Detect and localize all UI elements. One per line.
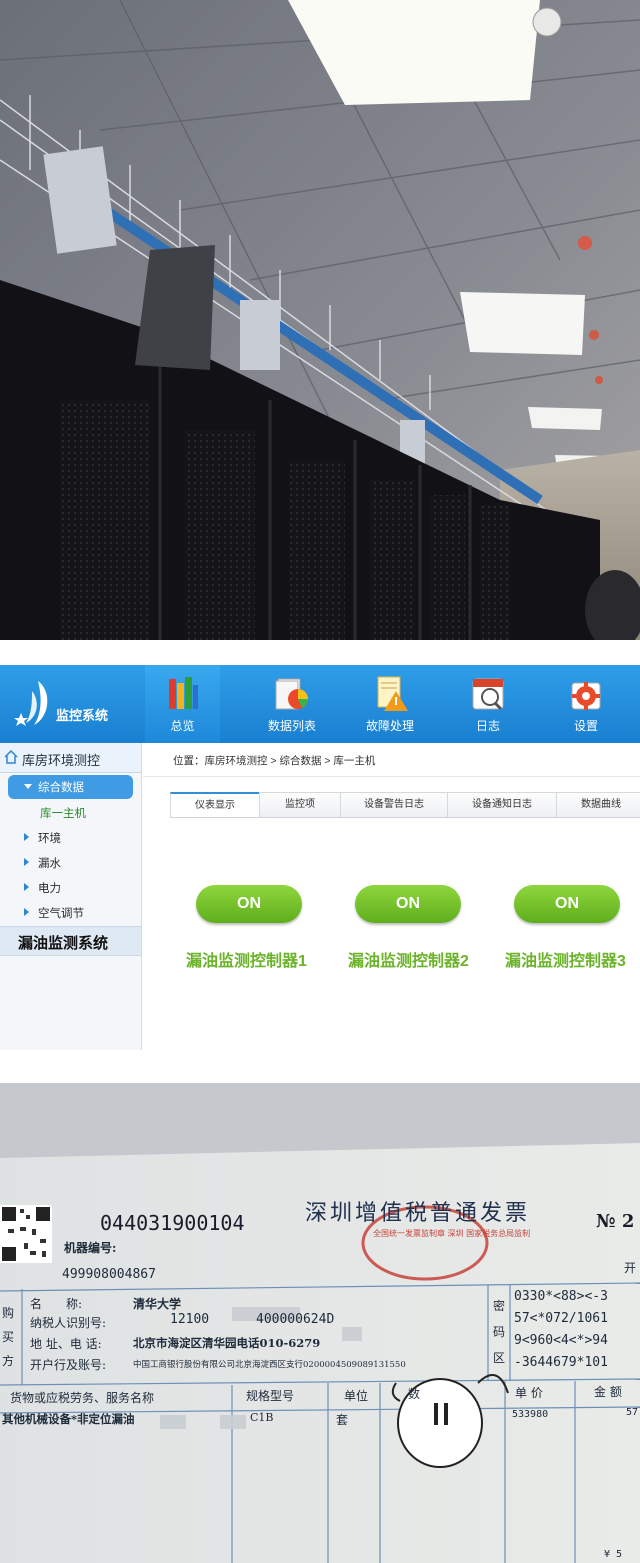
sidebar-item-label: 漏水 bbox=[38, 858, 61, 870]
taxid-label: 纳税人识别号: bbox=[30, 1316, 107, 1330]
col-price-header: 单 价 bbox=[515, 1386, 543, 1400]
sidebar-section-oil-leak[interactable]: 漏油监测系统 bbox=[0, 926, 141, 956]
row-spec: C1B bbox=[250, 1411, 274, 1424]
tab-divider bbox=[170, 817, 640, 818]
server-room-photo bbox=[0, 0, 640, 640]
controller-1-on-toggle[interactable]: ON bbox=[196, 885, 302, 923]
address-value: 北京市海淀区清华园电话010-6279 bbox=[133, 1336, 321, 1350]
invoice-photo: 044031900104 深圳增值税普通发票 全国统一发票监制章 深圳 国家税务… bbox=[0, 1083, 640, 1563]
nav-data-list[interactable]: 数据列表 bbox=[243, 665, 341, 743]
tab-bar: 仪表显示 监控项 设备警告日志 设备通知日志 数据曲线 bbox=[170, 792, 640, 818]
invoice-title: 深圳增值税普通发票 bbox=[305, 1201, 531, 1226]
taxid-tail: 400000624D bbox=[256, 1312, 335, 1327]
sidebar-item-空气调节[interactable]: 空气调节 bbox=[0, 900, 141, 925]
collapsed-caret-icon bbox=[24, 833, 29, 841]
buyer-side-label: 购 买 方 bbox=[2, 1306, 15, 1368]
home-icon bbox=[4, 750, 18, 764]
tab-monitor-items[interactable]: 监控项 bbox=[259, 792, 341, 818]
sidebar-item-环境[interactable]: 环境 bbox=[0, 825, 141, 850]
top-nav-bar: 监控系统 总览 数据列表 故障处理 日志 设置 bbox=[0, 665, 640, 743]
controller-1-label: 漏油监测控制器1 bbox=[186, 953, 307, 970]
smoke-detector-icon bbox=[532, 7, 562, 37]
seal-text: 全国统一发票监制章 深圳 国家税务总局监制 bbox=[373, 1229, 531, 1238]
settings-gear-icon bbox=[571, 682, 601, 710]
machine-number: 499908004867 bbox=[62, 1267, 156, 1282]
sidebar: 库房环境测控 综合数据 库一主机 环境 漏水 电力 空气调节 漏油监测系统 bbox=[0, 743, 142, 1050]
tab-device-warning-log[interactable]: 设备警告日志 bbox=[340, 792, 448, 818]
sidebar-subitem-库一主机[interactable]: 库一主机 bbox=[0, 799, 141, 825]
cipher-line-1: 0330*<88><-3 bbox=[514, 1289, 608, 1304]
sidebar-header-label: 库房环境测控 bbox=[22, 753, 101, 768]
breadcrumb: 位置：库房环境测控 > 综合数据 > 库一主机 bbox=[143, 743, 640, 777]
breadcrumb-text: 位置：库房环境测控 > 综合数据 > 库一主机 bbox=[173, 755, 376, 767]
cipher-line-4: -3644679*101 bbox=[514, 1355, 608, 1370]
sidebar-section-label: 漏油监测系统 bbox=[18, 935, 109, 952]
sidebar-header[interactable]: 库房环境测控 bbox=[0, 743, 141, 773]
controller-3-on-toggle[interactable]: ON bbox=[514, 885, 620, 923]
collapsed-caret-icon bbox=[24, 908, 29, 916]
sidebar-item-综合数据[interactable]: 综合数据 bbox=[8, 775, 133, 799]
col-spec-header: 规格型号 bbox=[246, 1389, 295, 1403]
right-edge-text: 开 bbox=[624, 1261, 637, 1275]
col-goods-header: 货物或应税劳务、服务名称 bbox=[10, 1391, 155, 1405]
logo-icon bbox=[14, 681, 48, 726]
row-price: 533980 bbox=[512, 1409, 549, 1420]
cipher-line-2: 57<*072/1061 bbox=[514, 1311, 608, 1326]
nav-log-label: 日志 bbox=[475, 719, 500, 733]
tab-device-notice-log[interactable]: 设备通知日志 bbox=[447, 792, 557, 818]
machine-label: 机器编号: bbox=[64, 1241, 117, 1255]
controller-3-label: 漏油监测控制器3 bbox=[505, 953, 626, 970]
buyer-name-label: 名 称: bbox=[30, 1297, 83, 1311]
nav-log[interactable]: 日志 bbox=[439, 665, 537, 743]
qr-code bbox=[0, 1205, 52, 1263]
fault-warning-icon bbox=[377, 676, 408, 711]
nav-fault-label: 故障处理 bbox=[365, 719, 414, 733]
collapsed-caret-icon bbox=[24, 883, 29, 891]
tab-data-curve[interactable]: 数据曲线 bbox=[556, 792, 640, 818]
sidebar-subitem-label: 库一主机 bbox=[40, 808, 86, 820]
overview-books-icon bbox=[168, 677, 198, 709]
nav-settings[interactable]: 设置 bbox=[537, 665, 635, 743]
monitoring-app-window: 监控系统 总览 数据列表 故障处理 日志 设置 库房环境测控 综合数据 库一主机… bbox=[0, 665, 640, 1050]
data-list-chart-icon bbox=[275, 678, 308, 710]
controller-2-on-toggle[interactable]: ON bbox=[355, 885, 461, 923]
bank-value: 中国工商银行股份有限公司北京海淀西区支行0200004509089131550 bbox=[133, 1360, 406, 1370]
tab-gauge-display[interactable]: 仪表显示 bbox=[170, 792, 260, 818]
row-goods-name: 其他机械设备*非定位漏油 bbox=[2, 1412, 135, 1426]
cipher-line-3: 9<960<4<*>94 bbox=[514, 1333, 608, 1348]
col-unit-header: 单位 bbox=[344, 1389, 369, 1403]
server-room-illustration bbox=[0, 0, 640, 640]
brand-title: 监控系统 bbox=[56, 708, 109, 723]
alarm-icon bbox=[578, 236, 592, 250]
controller-2-label: 漏油监测控制器2 bbox=[348, 953, 469, 970]
row-amount: 57 bbox=[626, 1407, 639, 1418]
nav-fault-handling[interactable]: 故障处理 bbox=[341, 665, 439, 743]
brand: 监控系统 bbox=[0, 665, 142, 743]
sidebar-item-label: 环境 bbox=[38, 833, 61, 845]
row-unit: 套 bbox=[336, 1413, 349, 1427]
address-label: 地 址、电 话: bbox=[30, 1337, 102, 1351]
calendar-log-icon bbox=[472, 678, 504, 711]
col-qty-header: 数 bbox=[408, 1387, 421, 1401]
col-amount-header: 金 额 bbox=[594, 1385, 622, 1399]
sidebar-item-label: 电力 bbox=[38, 883, 61, 895]
collapsed-caret-icon bbox=[24, 858, 29, 866]
nav-settings-label: 设置 bbox=[573, 719, 598, 733]
cipher-area-label: 密 码 区 bbox=[493, 1299, 506, 1365]
nav-data-list-label: 数据列表 bbox=[267, 719, 316, 733]
sidebar-item-电力[interactable]: 电力 bbox=[0, 875, 141, 900]
buyer-name-value: 清华大学 bbox=[133, 1297, 182, 1311]
main-nav: 总览 数据列表 故障处理 日志 设置 bbox=[145, 665, 635, 743]
sidebar-item-label: 空气调节 bbox=[38, 908, 84, 920]
expanded-caret-icon bbox=[24, 784, 32, 789]
bank-label: 开户行及账号: bbox=[30, 1358, 107, 1372]
nav-overview[interactable]: 总览 bbox=[145, 665, 220, 743]
total-amount-partial: ¥ 5 bbox=[604, 1549, 623, 1560]
taxid-value: 12100 bbox=[170, 1312, 210, 1327]
sidebar-item-漏水[interactable]: 漏水 bbox=[0, 850, 141, 875]
sidebar-item-label: 综合数据 bbox=[38, 782, 84, 794]
nav-overview-label: 总览 bbox=[170, 719, 195, 733]
invoice-number: № 2 bbox=[596, 1211, 635, 1232]
invoice-code: 044031900104 bbox=[100, 1211, 245, 1235]
